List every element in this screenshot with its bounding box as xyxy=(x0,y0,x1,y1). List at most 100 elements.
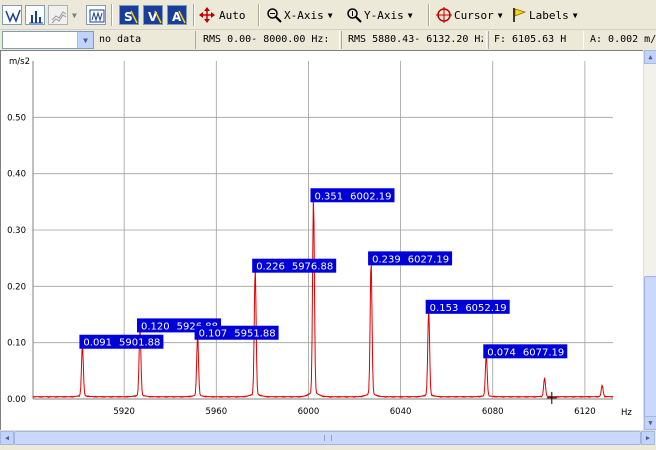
scale-a-icon: A xyxy=(167,5,187,25)
cursor-label: Cursor xyxy=(454,8,494,22)
peak-label: 0.226 5976.88 xyxy=(252,258,337,273)
svg-text:V: V xyxy=(148,10,158,24)
peak-label: 0.074 6077.19 xyxy=(483,344,568,359)
peak-frequency: 6002.19 xyxy=(350,191,391,202)
chevron-down-icon[interactable]: ▼ xyxy=(408,11,413,20)
x-axis-title: Hz xyxy=(621,408,632,418)
bar-chart-icon xyxy=(25,5,45,25)
horizontal-scrollbar[interactable]: ◀ ▶ xyxy=(0,430,656,445)
x-tick-label: 6000 xyxy=(298,407,320,417)
x-axis-button[interactable]: X-Axis ▼ xyxy=(266,5,333,25)
y-tick-label: 0.50 xyxy=(7,113,26,123)
auto-button[interactable]: Auto xyxy=(199,5,246,25)
rms-readout-1: RMS 0.00- 8000.00 Hz: 3 xyxy=(203,34,336,45)
chevron-down-icon[interactable]: ▼ xyxy=(498,11,503,20)
zoom-y-icon xyxy=(347,8,362,23)
scale-v-button[interactable]: V xyxy=(143,5,163,25)
peak-amplitude: 0.107 xyxy=(199,329,228,340)
chevron-down-icon[interactable]: ▼ xyxy=(77,32,93,48)
cursor-layer xyxy=(546,391,557,404)
move-arrows-icon xyxy=(199,7,215,23)
peak-frequency: 5901.88 xyxy=(119,338,160,349)
peak-frequency: 5951.88 xyxy=(234,329,275,340)
peak-frequency: 6052.19 xyxy=(465,303,506,314)
status-bar: ▼ no data RMS 0.00- 8000.00 Hz: 3 RMS 58… xyxy=(0,30,656,50)
chevron-down-icon[interactable]: ▼ xyxy=(72,11,77,20)
x-tick-label: 6120 xyxy=(574,407,596,417)
peak-amplitude: 0.120 xyxy=(141,321,170,332)
chart-area[interactable]: 5920 5960 6000 6040 6080 6120 0.00 0.10 0.20 0.30… xyxy=(0,50,643,430)
peak-label: 0.091 5901.88 xyxy=(79,334,164,349)
trace-layer xyxy=(32,198,614,399)
spectrum-trace xyxy=(32,198,614,399)
crosshair-icon xyxy=(436,7,452,23)
peak-frequency: 6077.19 xyxy=(523,347,564,358)
peak-label: 0.107 5951.88 xyxy=(194,325,279,340)
toolbar-separator xyxy=(193,4,195,26)
peak-amplitude: 0.239 xyxy=(372,254,401,265)
x-tick-label: 5960 xyxy=(205,407,227,417)
axes: 5920 5960 6000 6040 6080 6120 0.00 0.10 0.20 0.30… xyxy=(7,61,613,417)
scale-a-button[interactable]: A xyxy=(167,5,187,25)
amplitude-readout: A: 0.002 m/s2 xyxy=(590,34,656,45)
y-axis-label: Y-Axis xyxy=(364,8,404,22)
waterfall-icon xyxy=(48,5,68,25)
spectrum-line-icon xyxy=(2,5,22,25)
peak-label: 0.153 6052.19 xyxy=(425,299,510,314)
flag-icon xyxy=(513,8,527,22)
y-tick-label: 0.20 xyxy=(7,282,26,292)
scroll-down-arrow-icon[interactable]: ▼ xyxy=(644,416,656,430)
toolbar: ▼ S V A Auto X-Axis ▼ Y-Axis ▼ Cursor ▼ … xyxy=(0,0,656,30)
peak-amplitude: 0.153 xyxy=(430,303,459,314)
scale-s-button[interactable]: S xyxy=(119,5,139,25)
peak-amplitude: 0.351 xyxy=(314,191,343,202)
scroll-right-arrow-icon[interactable]: ▶ xyxy=(641,431,655,445)
filter-icon xyxy=(86,5,106,25)
y-tick-label: 0.00 xyxy=(7,395,26,405)
window-bottom-edge xyxy=(0,445,656,450)
x-axis-label: X-Axis xyxy=(284,8,324,22)
spectrum-view-button[interactable] xyxy=(2,5,22,25)
peak-frequency: 5976.88 xyxy=(292,262,333,273)
cursor-button[interactable]: Cursor ▼ xyxy=(436,5,503,25)
spectrum-analyzer-window: ▼ S V A Auto X-Axis ▼ Y-Axis ▼ Cursor ▼ … xyxy=(0,0,656,450)
scale-s-icon: S xyxy=(119,5,139,25)
toolbar-separator xyxy=(428,4,430,26)
x-tick-label: 6040 xyxy=(390,407,412,417)
auto-label: Auto xyxy=(219,8,246,22)
scale-v-icon: V xyxy=(143,5,163,25)
peak-labels: 0.0915901.880.1205926.880.1075951.880.22… xyxy=(79,188,568,359)
y-axis-button[interactable]: Y-Axis ▼ xyxy=(346,5,413,25)
scroll-up-arrow-icon[interactable]: ▲ xyxy=(644,50,656,64)
peak-amplitude: 0.091 xyxy=(83,338,112,349)
peak-amplitude: 0.074 xyxy=(487,347,516,358)
chevron-down-icon[interactable]: ▼ xyxy=(328,11,333,20)
peak-frequency: 6027.19 xyxy=(408,254,449,265)
labels-label: Labels xyxy=(529,8,569,22)
frequency-readout: F: 6105.63 H xyxy=(494,34,567,45)
y-tick-label: 0.10 xyxy=(7,339,26,349)
filter-button[interactable] xyxy=(86,5,106,25)
vertical-scrollbar[interactable]: ▲ ▼ xyxy=(643,50,656,430)
horizontal-scroll-thumb[interactable] xyxy=(14,431,641,445)
toolbar-separator xyxy=(111,4,113,26)
peak-label: 0.239 6027.19 xyxy=(368,251,453,266)
labels-button[interactable]: Labels ▼ xyxy=(511,5,578,25)
peak-label: 0.351 6002.19 xyxy=(310,188,395,203)
chevron-down-icon[interactable]: ▼ xyxy=(573,11,578,20)
x-tick-label: 5920 xyxy=(113,407,135,417)
peak-amplitude: 0.226 xyxy=(256,262,285,273)
x-tick-label: 6080 xyxy=(482,407,504,417)
toolbar-separator xyxy=(258,4,260,26)
spectrum-chart[interactable]: 5920 5960 6000 6040 6080 6120 0.00 0.10 0.20 0.30… xyxy=(1,51,643,430)
channel-select[interactable]: ▼ xyxy=(2,31,94,49)
y-tick-label: 0.30 xyxy=(7,226,26,236)
no-data-text: no data xyxy=(99,34,142,45)
grip-icon xyxy=(323,435,332,441)
waterfall-view-button[interactable]: ▼ xyxy=(48,5,77,25)
vertical-scroll-thumb[interactable] xyxy=(644,276,656,426)
scroll-left-arrow-icon[interactable]: ◀ xyxy=(0,431,14,445)
bar-view-button[interactable] xyxy=(25,5,45,25)
y-tick-label: 0.40 xyxy=(7,170,26,180)
svg-text:A: A xyxy=(172,10,182,24)
